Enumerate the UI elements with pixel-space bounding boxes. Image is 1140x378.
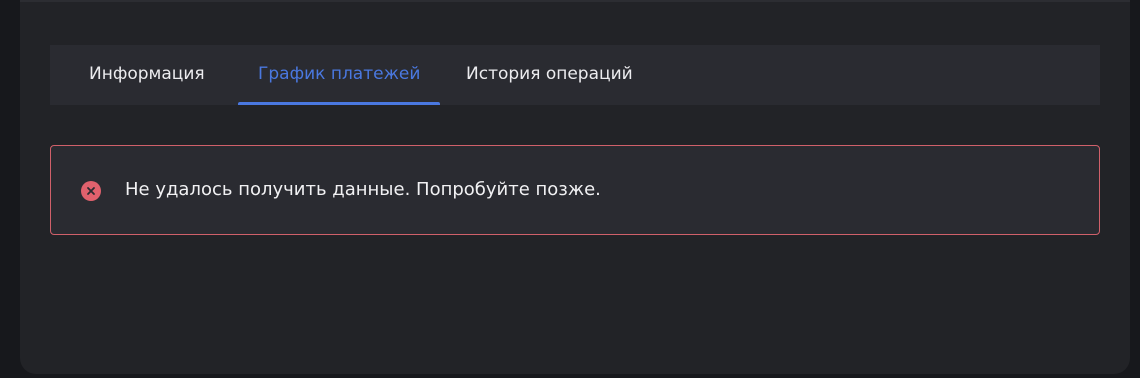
page: Информация График платежей История опера… [0,0,1140,378]
error-alert: Не удалось получить данные. Попробуйте п… [50,145,1100,235]
tab-operation-history[interactable]: История операций [466,45,633,105]
tab-bar: Информация График платежей История опера… [50,45,1100,105]
error-message: Не удалось получить данные. Попробуйте п… [125,179,601,200]
tab-payment-schedule[interactable]: График платежей [237,45,441,105]
tab-information[interactable]: Информация [89,45,205,105]
content-card: Информация График платежей История опера… [20,0,1130,374]
error-circle-icon [81,181,101,201]
